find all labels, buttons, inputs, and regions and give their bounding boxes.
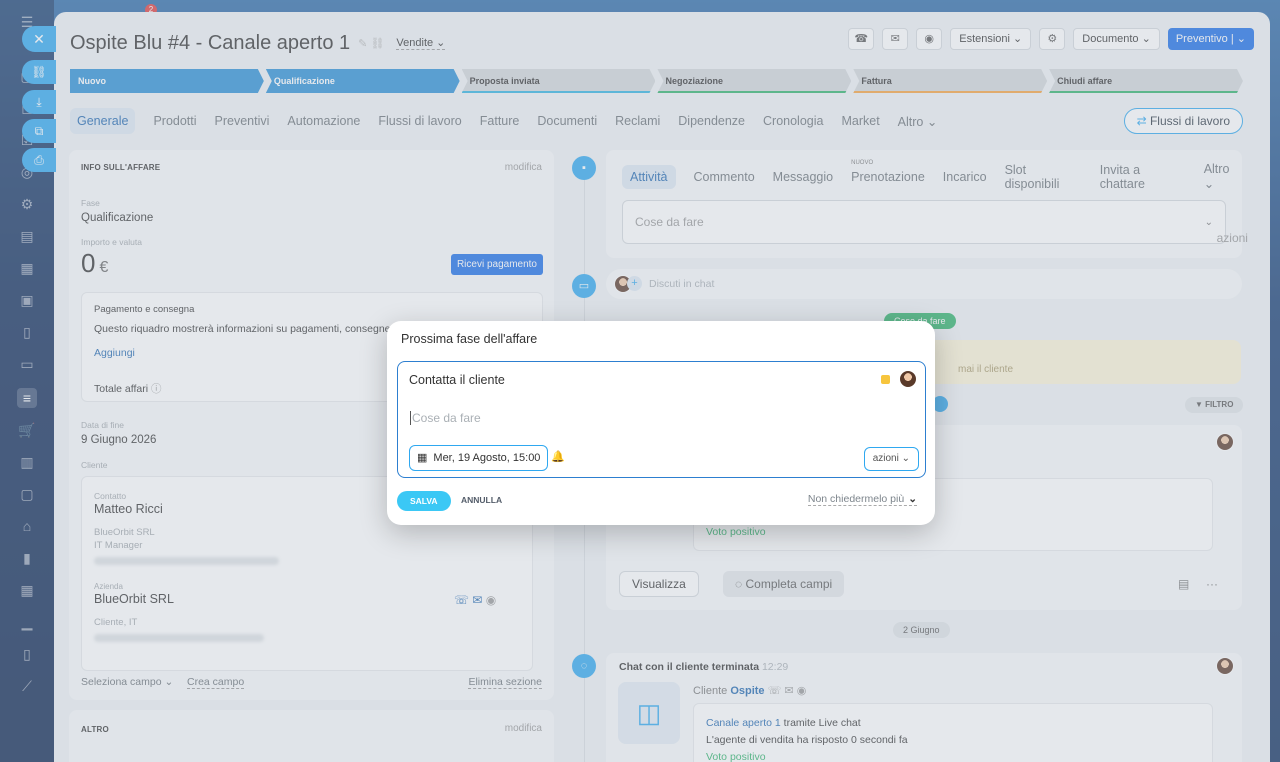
calendar-icon: ▦: [417, 452, 428, 464]
bell-icon[interactable]: 🔔: [551, 450, 565, 463]
popup-actions-label: azioni: [872, 453, 899, 464]
responsible-avatar[interactable]: [899, 370, 917, 388]
text-cursor: [410, 411, 411, 425]
dont-ask-again[interactable]: Non chiedermelo più ⌄: [807, 493, 917, 506]
date-picker-button[interactable]: ▦ Mer, 19 Agosto, 15:00: [409, 445, 549, 471]
chevron-down-icon: ⌄: [908, 493, 917, 505]
cancel-button[interactable]: ANNULLA: [461, 495, 502, 505]
todo-title[interactable]: Contatta il cliente: [409, 373, 505, 387]
next-stage-popup: Prossima fase dell'affare Contatta il cl…: [387, 321, 935, 525]
popup-title: Prossima fase dell'affare: [401, 332, 538, 346]
save-button[interactable]: SALVA: [397, 491, 451, 511]
flag-icon[interactable]: [881, 375, 890, 384]
todo-description-input[interactable]: Cose da fare: [412, 411, 481, 425]
popup-actions-dropdown[interactable]: azioni ⌄: [863, 447, 919, 471]
date-label: Mer, 19 Agosto, 15:00: [433, 452, 541, 464]
todo-form: Contatta il cliente Cose da fare ▦ Mer, 1…: [397, 361, 926, 478]
dont-ask-label: Non chiedermelo più: [807, 493, 905, 505]
